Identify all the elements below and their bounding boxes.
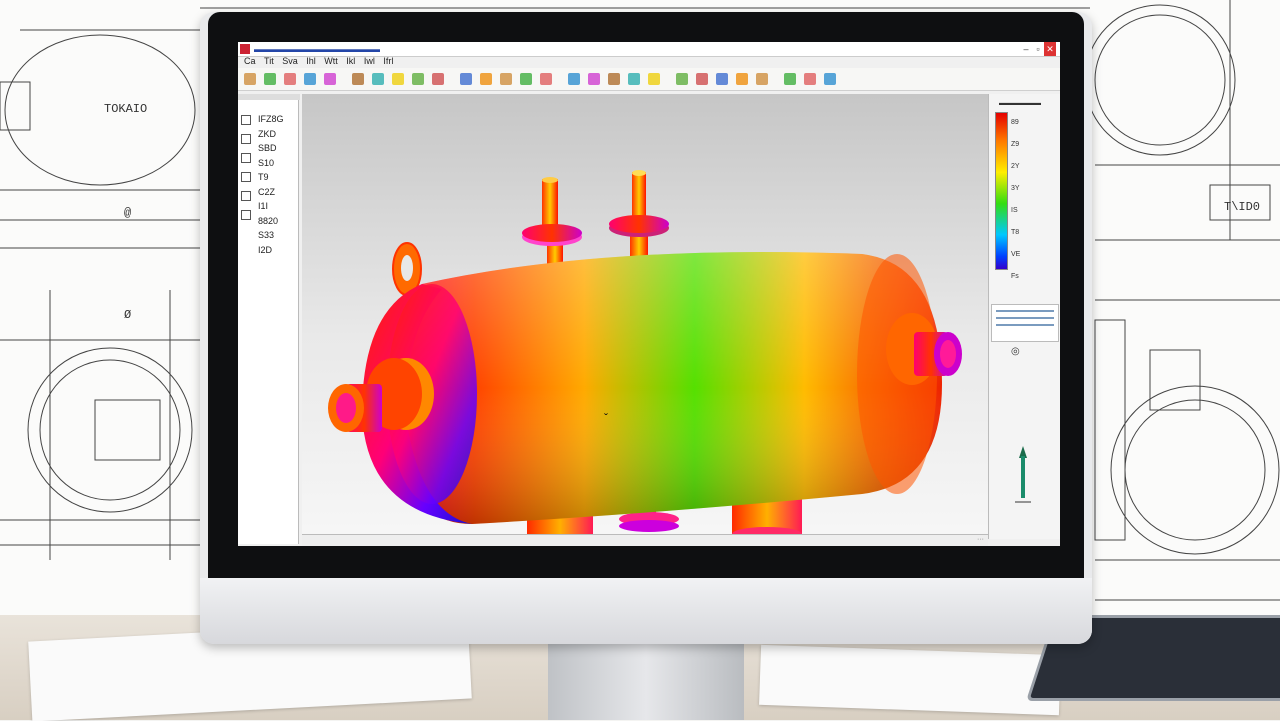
drawing-label-2: T\ID0 bbox=[1224, 200, 1260, 214]
menu-item[interactable]: Wtt bbox=[324, 56, 338, 66]
legend-tick: IS bbox=[1011, 207, 1018, 214]
status-text: ··· bbox=[977, 536, 984, 543]
left-nozzle bbox=[328, 358, 434, 432]
node-icon bbox=[241, 115, 251, 125]
monitor-stand bbox=[548, 644, 744, 720]
menu-item[interactable]: Ikl bbox=[346, 56, 355, 66]
model-tree-panel: IFZ8G ZKD SBD S10 T9 C2Z I1I 8820 S33 I2… bbox=[238, 94, 300, 544]
light-icon[interactable] bbox=[736, 73, 748, 85]
pressure-vessel-model: ˇ bbox=[328, 170, 962, 534]
legend-tick: Fs bbox=[1011, 273, 1019, 280]
drawing-dimension-2: Ø bbox=[124, 308, 131, 322]
app-icon bbox=[240, 44, 250, 54]
select-icon[interactable] bbox=[392, 73, 404, 85]
measure-icon[interactable] bbox=[588, 73, 600, 85]
tree-item[interactable]: S10 bbox=[258, 156, 284, 171]
legend-title: ▬▬▬▬▬▬ bbox=[999, 100, 1041, 107]
monitor-chin bbox=[200, 578, 1092, 644]
constraint-icon[interactable] bbox=[520, 73, 532, 85]
toolbar bbox=[238, 68, 1060, 91]
right-nozzle bbox=[886, 313, 962, 385]
view-options-icon[interactable]: ◎ bbox=[1011, 346, 1020, 357]
menu-item[interactable]: Iwl bbox=[364, 56, 375, 66]
tree-item[interactable]: C2Z bbox=[258, 185, 284, 200]
vessel-shell bbox=[362, 252, 942, 524]
undo-icon[interactable] bbox=[352, 73, 364, 85]
legend-tick: VE bbox=[1011, 251, 1021, 258]
load-icon[interactable] bbox=[500, 73, 512, 85]
minimize-button[interactable]: – bbox=[1020, 42, 1032, 56]
mesh-icon[interactable] bbox=[480, 73, 492, 85]
pan-icon[interactable] bbox=[460, 73, 472, 85]
wire-icon[interactable] bbox=[716, 73, 728, 85]
contour-color-bar bbox=[995, 112, 1008, 270]
status-bar: ··· bbox=[302, 534, 988, 546]
legend-tick: 89 bbox=[1011, 119, 1019, 126]
view-front-icon[interactable] bbox=[628, 73, 640, 85]
scissors-icon[interactable] bbox=[284, 73, 296, 85]
tree-item[interactable]: SBD bbox=[258, 141, 284, 156]
property-row bbox=[996, 324, 1054, 326]
node-icon bbox=[241, 210, 251, 220]
property-row bbox=[996, 310, 1054, 312]
node-icon bbox=[241, 172, 251, 182]
maximize-button[interactable]: ▫ bbox=[1032, 42, 1044, 56]
plot-icon[interactable] bbox=[568, 73, 580, 85]
node-icon bbox=[241, 134, 251, 144]
app-window: ▬▬▬▬▬▬▬▬▬▬▬▬▬▬ – ▫ ✕ Ca Tit Sva Ihl Wtt Ik… bbox=[238, 42, 1060, 546]
window-controls: – ▫ ✕ bbox=[1020, 42, 1056, 56]
window-title: ▬▬▬▬▬▬▬▬▬▬▬▬▬▬ bbox=[254, 44, 380, 54]
axis-triad-icon bbox=[1015, 446, 1031, 503]
title-bar: ▬▬▬▬▬▬▬▬▬▬▬▬▬▬ – ▫ ✕ bbox=[238, 42, 1060, 57]
tree-item[interactable]: ZKD bbox=[258, 127, 284, 142]
file-icon[interactable] bbox=[244, 73, 256, 85]
legend-ticks: 89 Z9 2Y 3Y IS T8 VE Fs bbox=[1011, 112, 1020, 288]
close-button[interactable]: ✕ bbox=[1044, 42, 1056, 56]
menu-item[interactable]: Ca bbox=[244, 56, 256, 66]
zoom-icon[interactable] bbox=[412, 73, 424, 85]
menu-item[interactable]: Ihl bbox=[306, 56, 316, 66]
property-row bbox=[996, 317, 1054, 319]
redo-icon[interactable] bbox=[372, 73, 384, 85]
report-icon[interactable] bbox=[784, 73, 796, 85]
node-icon bbox=[241, 191, 251, 201]
menu-item[interactable]: Ifrl bbox=[383, 56, 393, 66]
legend-tick: Z9 bbox=[1011, 141, 1020, 148]
view-iso-icon[interactable] bbox=[676, 73, 688, 85]
paste-icon[interactable] bbox=[324, 73, 336, 85]
node-icon bbox=[241, 153, 251, 163]
drawing-dimension-1: @ bbox=[124, 206, 131, 220]
drawing-label-1: TOKAIO bbox=[104, 102, 147, 116]
help-icon[interactable] bbox=[824, 73, 836, 85]
legend-tick: T8 bbox=[1011, 229, 1020, 236]
animate-icon[interactable] bbox=[756, 73, 768, 85]
shade-icon[interactable] bbox=[696, 73, 708, 85]
panel-tabs bbox=[238, 94, 300, 100]
view-top-icon[interactable] bbox=[648, 73, 660, 85]
tree-icon-column bbox=[240, 110, 252, 229]
tree-item[interactable]: I2D bbox=[258, 243, 284, 258]
paper-sheet-2 bbox=[759, 644, 1061, 716]
tree-item[interactable]: I1I bbox=[258, 199, 284, 214]
menu-bar: Ca Tit Sva Ihl Wtt Ikl Iwl Ifrl bbox=[238, 56, 1060, 68]
rotate-icon[interactable] bbox=[432, 73, 444, 85]
cursor-mark: ˇ bbox=[604, 411, 608, 425]
section-icon[interactable] bbox=[608, 73, 620, 85]
results-panel: ▬▬▬▬▬▬ 89 Z9 2Y 3Y IS T8 VE Fs ◎ bbox=[988, 94, 1060, 539]
tree-item[interactable]: 8820 bbox=[258, 214, 284, 229]
menu-item[interactable]: Sva bbox=[282, 56, 298, 66]
menu-item[interactable]: Tit bbox=[264, 56, 274, 66]
3d-viewport[interactable]: ˇ bbox=[302, 94, 988, 534]
model-tree: IFZ8G ZKD SBD S10 T9 C2Z I1I 8820 S33 I2… bbox=[258, 112, 284, 257]
save-icon[interactable] bbox=[264, 73, 276, 85]
copy-icon[interactable] bbox=[304, 73, 316, 85]
legend-tick: 3Y bbox=[1011, 185, 1020, 192]
tree-item[interactable]: IFZ8G bbox=[258, 112, 284, 127]
tree-item[interactable]: S33 bbox=[258, 228, 284, 243]
tree-item[interactable]: T9 bbox=[258, 170, 284, 185]
properties-box[interactable] bbox=[991, 304, 1059, 342]
legend-tick: 2Y bbox=[1011, 163, 1020, 170]
solve-icon[interactable] bbox=[540, 73, 552, 85]
settings-icon[interactable] bbox=[804, 73, 816, 85]
